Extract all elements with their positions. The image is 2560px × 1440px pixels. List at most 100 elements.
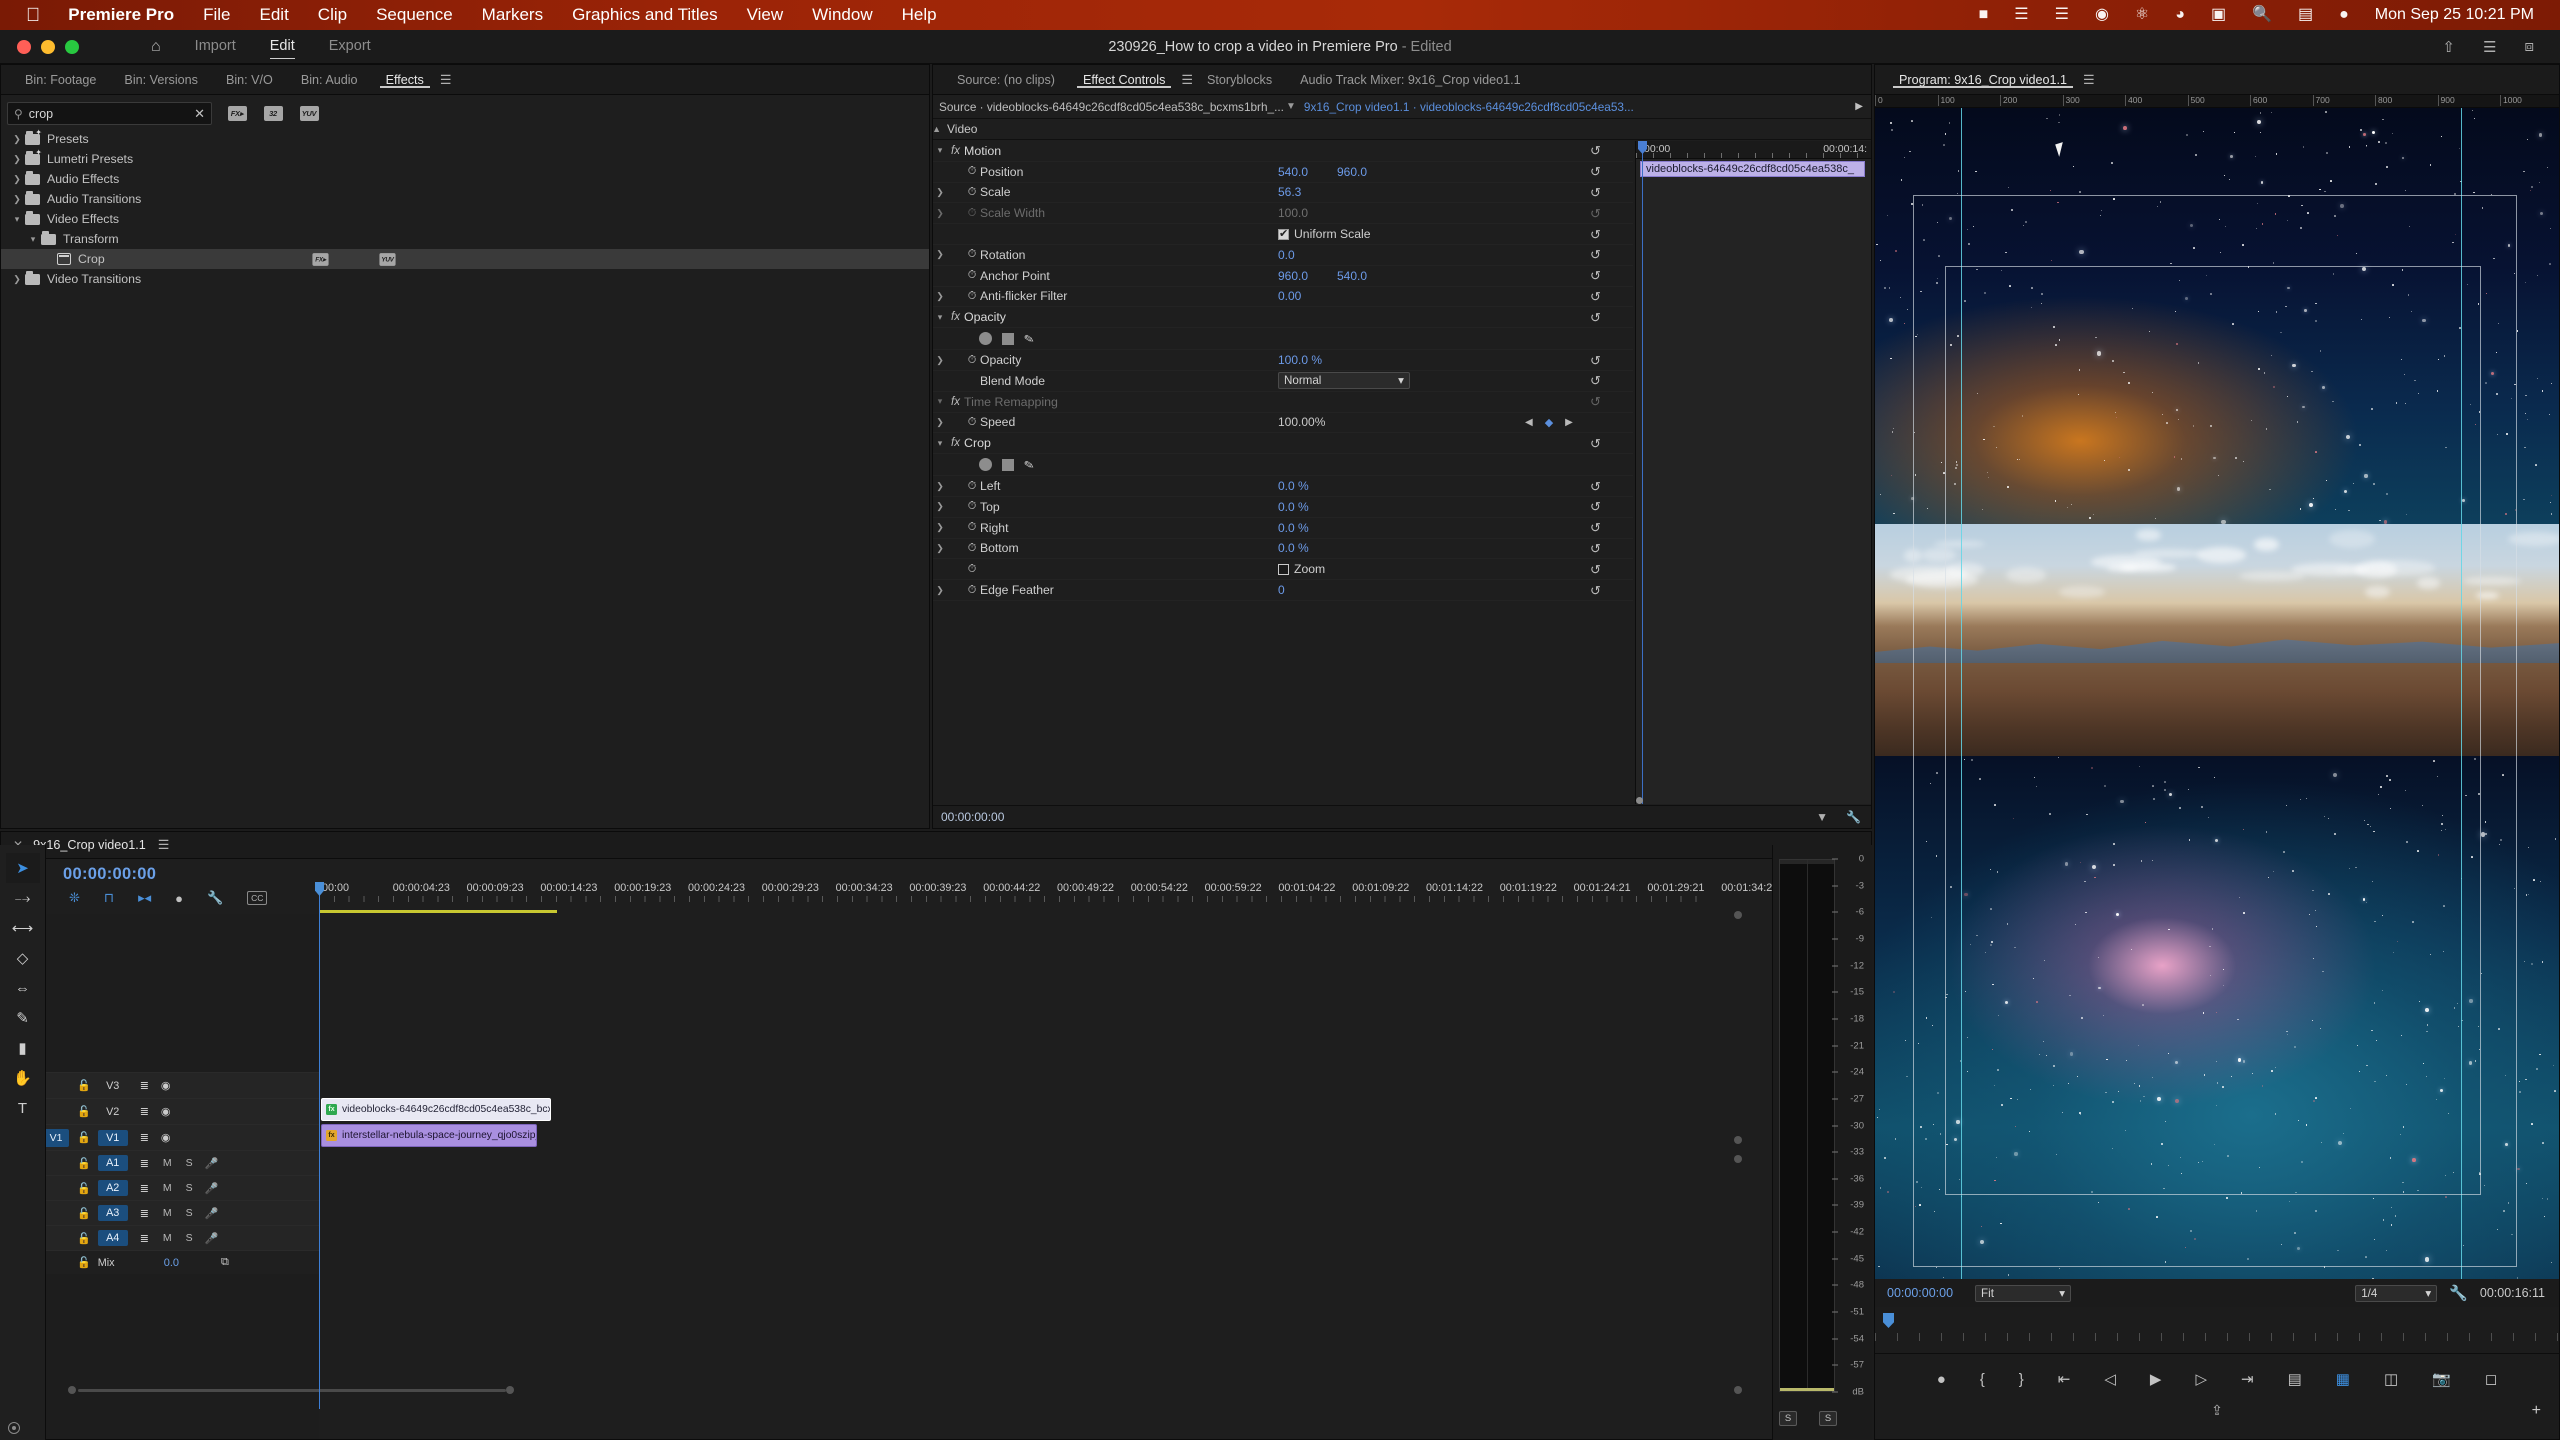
sync-lock-icon[interactable]: ❊	[69, 890, 80, 906]
hamburger-icon[interactable]: ☰	[2083, 72, 2095, 88]
effect-property-row[interactable]: ⏱ Zoom ↺	[933, 559, 1633, 580]
effect-property-value[interactable]: 540.0	[1278, 165, 1308, 179]
track-sync-icon[interactable]: ≣	[140, 1131, 149, 1144]
blend-mode-select[interactable]: Normal ▾	[1278, 372, 1410, 389]
playback-resolution-select[interactable]: 1/4 ▾	[2355, 1285, 2437, 1302]
share-icon[interactable]: ⇧	[2442, 38, 2455, 56]
menu-edit[interactable]: Edit	[260, 5, 289, 25]
track-name-a4[interactable]: A4	[98, 1230, 128, 1246]
selection-tool[interactable]: ➤	[6, 853, 40, 883]
bluetooth-icon[interactable]: ⚛	[2135, 7, 2149, 23]
accelerated-effect-icon[interactable]: FX▸	[226, 104, 248, 123]
tab-bin-footage[interactable]: Bin: Footage	[11, 73, 110, 87]
reset-icon[interactable]: ↺	[1590, 269, 1601, 282]
effect-property-checkbox[interactable]	[1278, 229, 1289, 240]
mark-out-icon[interactable]: }	[2019, 1371, 2024, 1388]
menu-graphics-and-titles[interactable]: Graphics and Titles	[572, 5, 718, 25]
effects-tree-item[interactable]: ▾ Video Effects	[1, 209, 929, 229]
effect-property-row[interactable]: Blend Mode Normal ▾ ↺	[933, 371, 1633, 392]
effect-controls-video-section-header[interactable]: Video ▲	[933, 119, 1871, 140]
audio-track-header[interactable]: 🔓 A3 ≣ M S 🎤	[1, 1200, 319, 1225]
stopwatch-icon[interactable]: ⏱	[964, 165, 980, 178]
effect-property-row[interactable]: ❯ ⏱ Anti-flicker Filter 0.00 ↺	[933, 287, 1633, 308]
export-frame-icon[interactable]: ◻	[2485, 1370, 2497, 1388]
effect-property-row[interactable]: ❯ ⏱ Top 0.0 % ↺	[933, 497, 1633, 518]
lock-icon[interactable]: 🔓	[77, 1256, 91, 1269]
effect-property-value[interactable]: 100.0 %	[1278, 353, 1322, 367]
chevron-down-icon[interactable]: ▾	[933, 438, 947, 449]
effect-property-row[interactable]: ⏱ Anchor Point 960.0 540.0 ↺	[933, 266, 1633, 287]
effect-property-value[interactable]: 0.00	[1278, 289, 1301, 303]
tab-bin-audio[interactable]: Bin: Audio	[287, 73, 372, 87]
tab-storyblocks[interactable]: Storyblocks	[1193, 73, 1286, 87]
stopwatch-icon[interactable]: ⏱	[964, 186, 980, 199]
mini-timeline-ruler[interactable]: 00:00 00:00:14:	[1636, 141, 1871, 159]
menu-markers[interactable]: Markers	[482, 5, 543, 25]
source-patch-button[interactable]: V1	[43, 1129, 69, 1147]
snap-icon[interactable]: ⊓	[104, 890, 114, 906]
track-name-a1[interactable]: A1	[98, 1155, 128, 1171]
effect-property-row[interactable]: ⏱ Position 540.0 960.0 ↺	[933, 162, 1633, 183]
previous-keyframe-icon[interactable]: ◀	[1525, 417, 1533, 428]
chevron-down-icon[interactable]: ▾	[933, 145, 947, 156]
reset-icon[interactable]: ↺	[1590, 521, 1601, 534]
effect-property-row[interactable]: ❯ ⏱ Rotation 0.0 ↺	[933, 245, 1633, 266]
timeline-vertical-nub-end[interactable]	[1734, 1386, 1742, 1394]
stopwatch-icon[interactable]: ⏱	[964, 248, 980, 261]
effect-property-row[interactable]: ❯ ⏱ Left 0.0 % ↺	[933, 476, 1633, 497]
comparison-view-icon[interactable]: ◫	[2384, 1370, 2398, 1388]
mute-button[interactable]: M	[163, 1207, 172, 1219]
ellipse-mask-icon[interactable]	[979, 458, 992, 471]
tab-effect-controls[interactable]: Effect Controls	[1069, 73, 1179, 87]
play-icon[interactable]: ▶	[1855, 101, 1863, 112]
next-keyframe-icon[interactable]: ▶	[1565, 417, 1573, 428]
timeline-tracks[interactable]: 🔓 V3 ≣ ◉ 🔓 V2 ≣ ◉ V1 🔓 V1 ≣ ◉ 🔓 A1 ≣ M S 🎤 🔓 A2 ≣ M S 🎤 🔓 A3 ≣ M S 🎤 🔓 A…	[1, 914, 1871, 1439]
chevron-right-icon[interactable]: ❯	[933, 208, 947, 219]
mix-level-value[interactable]: 0.0	[164, 1257, 179, 1269]
reset-icon[interactable]: ↺	[1590, 437, 1601, 450]
menu-clip[interactable]: Clip	[318, 5, 347, 25]
mute-button[interactable]: M	[163, 1232, 172, 1244]
lock-icon[interactable]: 🔓	[77, 1105, 91, 1118]
fx-icon[interactable]: fx	[947, 311, 964, 323]
filter-icon[interactable]: ▼	[1816, 810, 1828, 824]
ellipse-mask-icon[interactable]	[979, 332, 992, 345]
eye-icon[interactable]: ◉	[161, 1105, 171, 1118]
chevron-right-icon[interactable]: ❯	[9, 134, 25, 145]
siri-icon[interactable]: ●	[2339, 7, 2349, 23]
tab-edit[interactable]: Edit	[270, 38, 295, 56]
rectangle-mask-icon[interactable]	[1002, 333, 1014, 345]
menu-view[interactable]: View	[747, 5, 784, 25]
wrench-icon[interactable]: 🔧	[1846, 810, 1861, 824]
tab-import[interactable]: Import	[195, 38, 236, 56]
add-marker-icon[interactable]: ●	[175, 891, 183, 906]
track-sync-icon[interactable]: ≣	[140, 1079, 149, 1092]
stopwatch-icon[interactable]: ⏱	[964, 542, 980, 555]
chevron-down-icon[interactable]: ▾	[9, 214, 25, 225]
lock-icon[interactable]: 🔓	[77, 1131, 91, 1144]
effect-property-row[interactable]: ❯ ⏱ Speed 100.00% ◀ ◆ ▶	[933, 413, 1633, 434]
home-icon[interactable]: ⌂	[151, 39, 161, 55]
minimize-window-button[interactable]	[41, 40, 55, 54]
stopwatch-icon[interactable]: ⏱	[964, 521, 980, 534]
audio-meter-bars[interactable]	[1779, 859, 1835, 1392]
mic-icon[interactable]: 🎤	[205, 1157, 219, 1170]
track-select-forward-tool[interactable]: ⤍	[6, 883, 40, 913]
sequence-clip-label[interactable]: 9x16_Crop video1.1 · videoblocks-64649c2…	[1304, 100, 1855, 114]
effect-property-checkbox[interactable]	[1278, 564, 1289, 575]
chevron-right-icon[interactable]: ❯	[9, 194, 25, 205]
reset-icon[interactable]: ↺	[1590, 290, 1601, 303]
effects-tree-item[interactable]: ❯Lumetri Presets	[1, 149, 929, 169]
eye-icon[interactable]: ◉	[161, 1079, 171, 1092]
pen-tool[interactable]: ✎	[6, 1003, 40, 1033]
stopwatch-icon[interactable]: ⏱	[964, 584, 980, 597]
reset-icon[interactable]: ↺	[1590, 354, 1601, 367]
menu-icon[interactable]: ☰	[2483, 38, 2496, 56]
chevron-down-icon[interactable]: ▼	[1286, 101, 1296, 112]
collapse-icon[interactable]: ▲	[932, 124, 941, 134]
video-track-header[interactable]: V1 🔓 V1 ≣ ◉	[1, 1124, 319, 1150]
linked-selection-icon[interactable]: ▸◂	[138, 890, 151, 906]
track-name-a3[interactable]: A3	[98, 1205, 128, 1221]
stopwatch-icon[interactable]: ⏱	[964, 354, 980, 367]
effect-property-value-secondary[interactable]: 540.0	[1337, 269, 1367, 283]
